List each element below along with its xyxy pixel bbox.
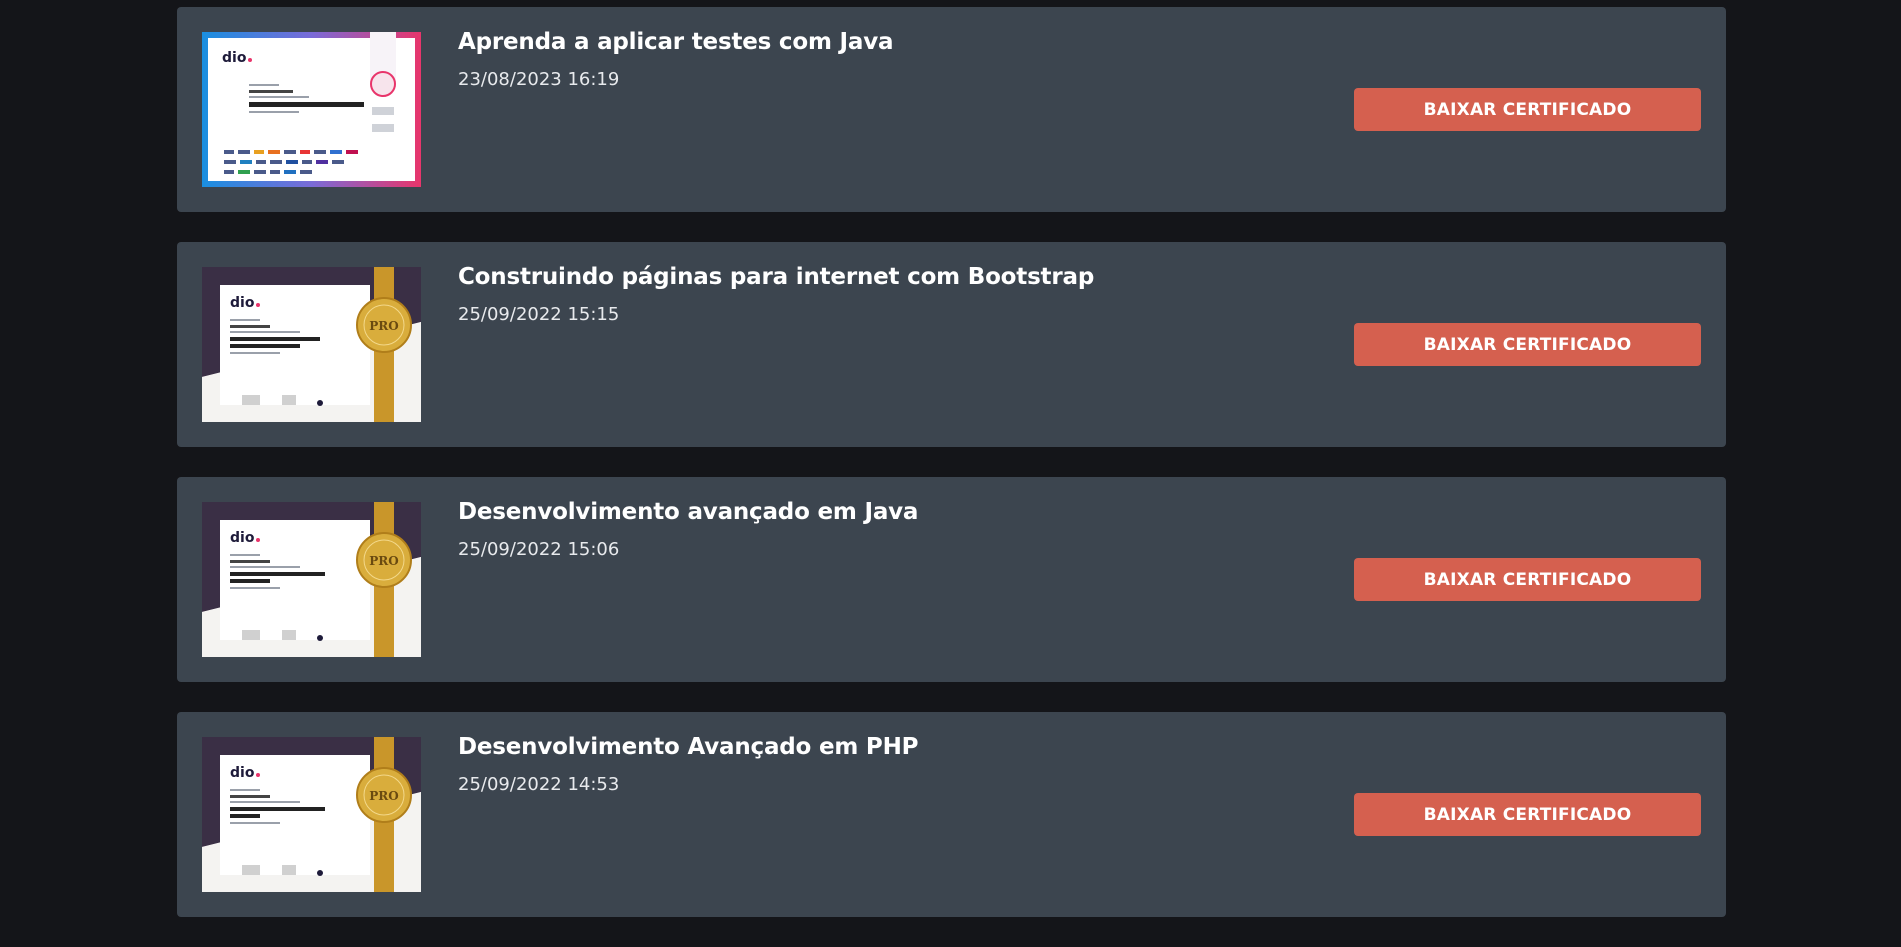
certificate-date: 25/09/2022 15:06 — [458, 539, 620, 560]
certificate-date: 23/08/2023 16:19 — [458, 69, 620, 90]
certificate-image: dio PRO — [202, 502, 421, 657]
certificate-title: Construindo páginas para internet com Bo… — [458, 264, 1095, 290]
certificate-card: dio PRO Desenvolvimento Avançado em PHP … — [177, 712, 1726, 917]
certificate-thumbnail[interactable]: dio PRO — [202, 502, 421, 657]
svg-text:dio: dio — [230, 295, 255, 311]
certificate-title: Aprenda a aplicar testes com Java — [458, 29, 894, 55]
svg-text:dio: dio — [230, 765, 255, 781]
download-certificate-button[interactable]: BAIXAR CERTIFICADO — [1354, 88, 1701, 131]
certificate-card: dio PRO Desenvolvimento avançado em Java… — [177, 477, 1726, 682]
certificate-image: dio — [202, 32, 421, 187]
certificate-image: dio PRO — [202, 267, 421, 422]
download-certificate-button[interactable]: BAIXAR CERTIFICADO — [1354, 558, 1701, 601]
svg-text:dio: dio — [222, 50, 247, 66]
certificate-date: 25/09/2022 14:53 — [458, 774, 620, 795]
svg-text:PRO: PRO — [369, 554, 398, 568]
certificate-card: dio Aprenda a aplicar testes com Java 23… — [177, 7, 1726, 212]
svg-text:PRO: PRO — [369, 319, 398, 333]
download-certificate-button[interactable]: BAIXAR CERTIFICADO — [1354, 793, 1701, 836]
certificate-list: dio Aprenda a aplicar testes com Java 23… — [177, 7, 1726, 947]
certificate-card: dio PRO Construindo páginas para interne… — [177, 242, 1726, 447]
certificate-thumbnail[interactable]: dio PRO — [202, 267, 421, 422]
svg-text:PRO: PRO — [369, 789, 398, 803]
certificate-thumbnail[interactable]: dio PRO — [202, 737, 421, 892]
certificate-title: Desenvolvimento Avançado em PHP — [458, 734, 919, 760]
download-certificate-button[interactable]: BAIXAR CERTIFICADO — [1354, 323, 1701, 366]
certificate-image: dio PRO — [202, 737, 421, 892]
certificate-title: Desenvolvimento avançado em Java — [458, 499, 919, 525]
certificate-thumbnail[interactable]: dio — [202, 32, 421, 187]
svg-text:dio: dio — [230, 530, 255, 546]
certificate-date: 25/09/2022 15:15 — [458, 304, 620, 325]
